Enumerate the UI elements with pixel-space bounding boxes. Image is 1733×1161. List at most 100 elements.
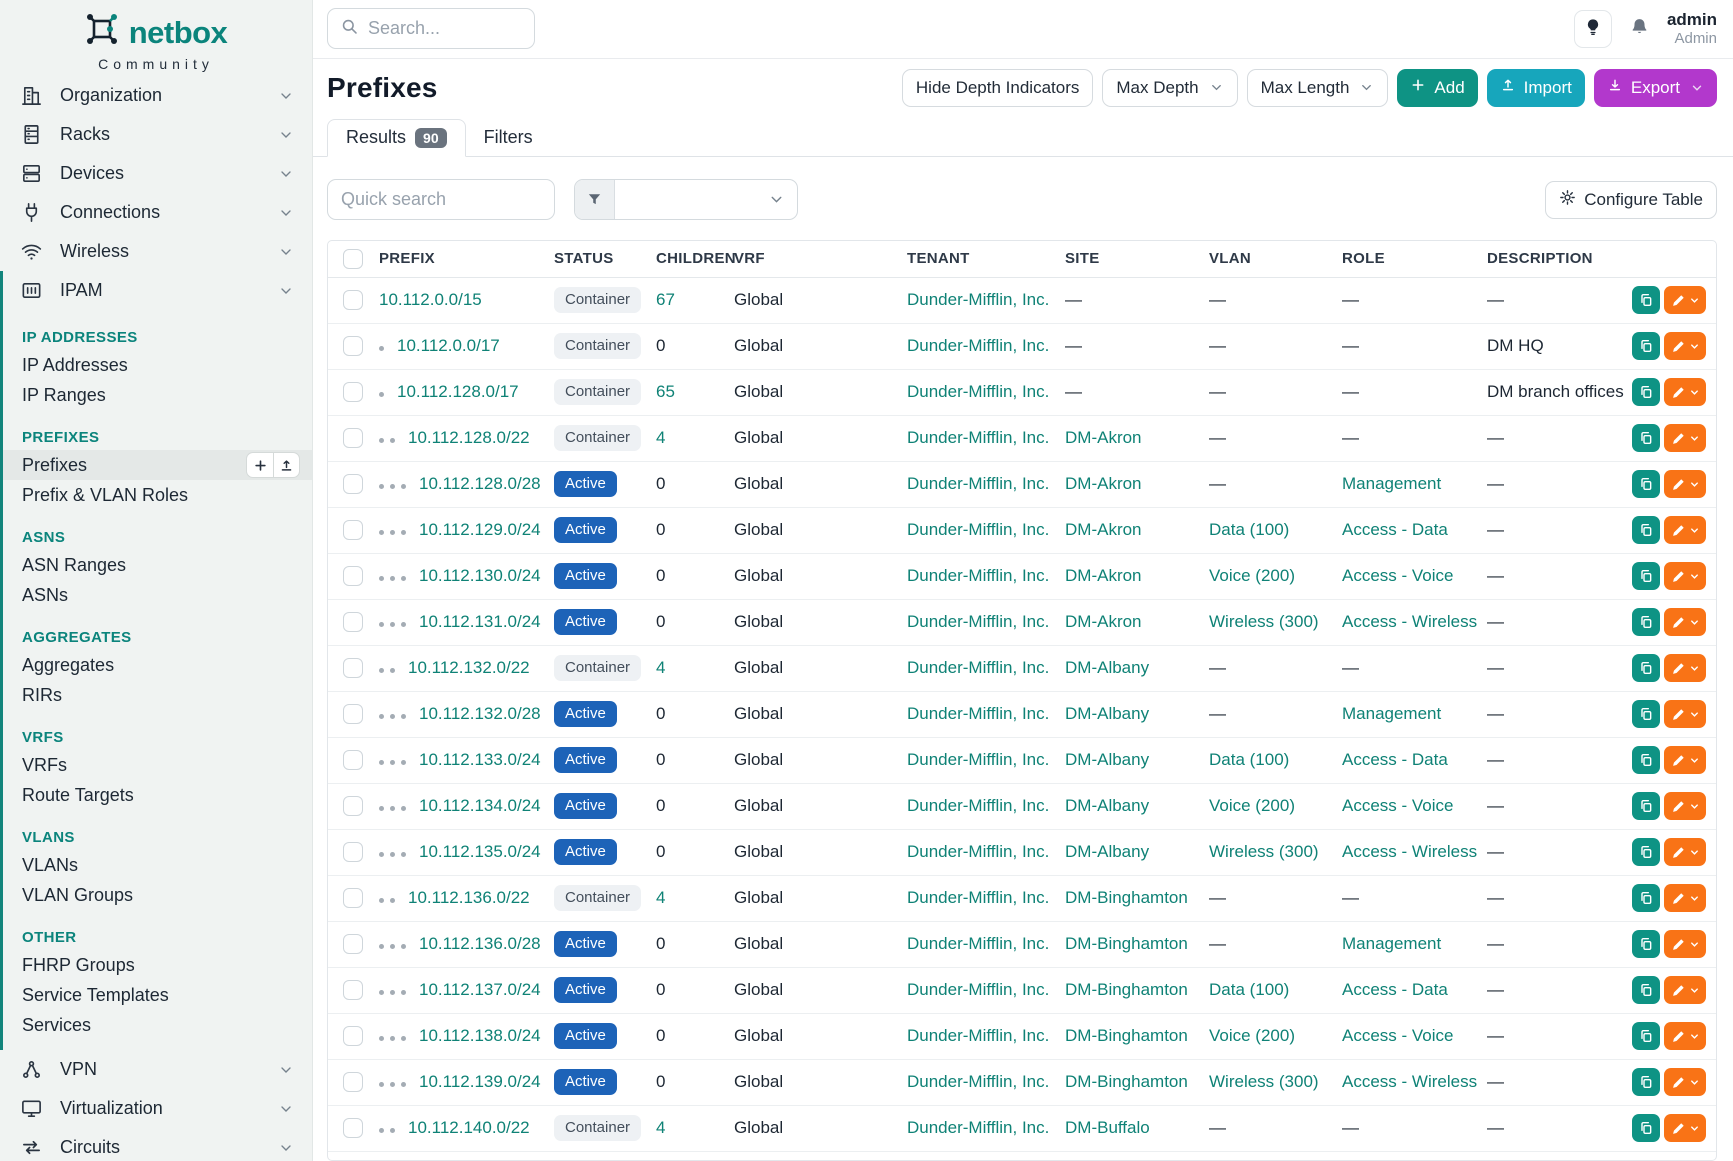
column-header-vlan[interactable]: VLAN [1209, 241, 1342, 277]
sidebar-item-prefixes[interactable]: Prefixes [3, 450, 312, 480]
sidebar-item-vpn[interactable]: VPN [0, 1050, 312, 1089]
role-link[interactable]: Access - Data [1342, 520, 1448, 539]
row-checkbox[interactable] [343, 428, 363, 448]
edit-button[interactable] [1664, 884, 1706, 912]
row-checkbox[interactable] [343, 888, 363, 908]
prefix-link[interactable]: 10.112.128.0/28 [419, 474, 541, 493]
prefix-link[interactable]: 10.112.0.0/17 [397, 336, 500, 355]
sidebar-item-racks[interactable]: Racks [0, 115, 312, 154]
copy-button[interactable] [1632, 884, 1660, 912]
prefix-link[interactable]: 10.112.140.0/22 [408, 1118, 530, 1137]
tenant-link[interactable]: Dunder-Mifflin, Inc. [907, 428, 1049, 447]
site-link[interactable]: DM-Akron [1065, 566, 1142, 585]
edit-button[interactable] [1664, 700, 1706, 728]
sidebar-item-route-targets[interactable]: Route Targets [3, 780, 312, 810]
vlan-link[interactable]: Data (100) [1209, 750, 1289, 769]
edit-button[interactable] [1664, 286, 1706, 314]
tenant-link[interactable]: Dunder-Mifflin, Inc. [907, 290, 1049, 309]
tenant-link[interactable]: Dunder-Mifflin, Inc. [907, 1026, 1049, 1045]
role-link[interactable]: Management [1342, 704, 1441, 723]
edit-button[interactable] [1664, 562, 1706, 590]
sidebar-item-services[interactable]: Services [3, 1010, 312, 1040]
sidebar-item-virtualization[interactable]: Virtualization [0, 1089, 312, 1128]
sidebar-item-circuits[interactable]: Circuits [0, 1128, 312, 1161]
edit-button[interactable] [1664, 792, 1706, 820]
edit-button[interactable] [1664, 654, 1706, 682]
prefix-link[interactable]: 10.112.129.0/24 [419, 520, 541, 539]
copy-button[interactable] [1632, 976, 1660, 1004]
sidebar-item-asns[interactable]: ASNs [3, 580, 312, 610]
prefix-link[interactable]: 10.112.138.0/24 [419, 1026, 541, 1045]
copy-button[interactable] [1632, 424, 1660, 452]
edit-button[interactable] [1664, 332, 1706, 360]
column-header-role[interactable]: ROLE [1342, 241, 1487, 277]
column-header-status[interactable]: STATUS [554, 241, 656, 277]
prefix-link[interactable]: 10.112.137.0/24 [419, 980, 541, 999]
quick-import-button[interactable] [273, 452, 300, 478]
site-link[interactable]: DM-Binghamton [1065, 980, 1188, 999]
tenant-link[interactable]: Dunder-Mifflin, Inc. [907, 888, 1049, 907]
row-checkbox[interactable] [343, 520, 363, 540]
column-header-prefix[interactable]: PREFIX [379, 241, 554, 277]
children-count-link[interactable]: 4 [656, 888, 665, 907]
children-count-link[interactable]: 4 [656, 1118, 665, 1137]
site-link[interactable]: DM-Albany [1065, 750, 1149, 769]
vlan-link[interactable]: Voice (200) [1209, 566, 1295, 585]
edit-button[interactable] [1664, 1114, 1706, 1142]
role-link[interactable]: Access - Data [1342, 750, 1448, 769]
vlan-link[interactable]: Wireless (300) [1209, 1072, 1319, 1091]
row-checkbox[interactable] [343, 612, 363, 632]
tenant-link[interactable]: Dunder-Mifflin, Inc. [907, 612, 1049, 631]
sidebar-item-wireless[interactable]: Wireless [0, 232, 312, 271]
site-link[interactable]: DM-Albany [1065, 704, 1149, 723]
prefix-link[interactable]: 10.112.128.0/17 [397, 382, 519, 401]
prefix-link[interactable]: 10.112.0.0/15 [379, 290, 482, 309]
tenant-link[interactable]: Dunder-Mifflin, Inc. [907, 704, 1049, 723]
max-depth-dropdown[interactable]: Max Depth [1102, 69, 1237, 107]
role-link[interactable]: Access - Voice [1342, 796, 1454, 815]
copy-button[interactable] [1632, 470, 1660, 498]
role-link[interactable]: Management [1342, 474, 1441, 493]
row-checkbox[interactable] [343, 1072, 363, 1092]
copy-button[interactable] [1632, 1114, 1660, 1142]
site-link[interactable]: DM-Albany [1065, 796, 1149, 815]
site-link[interactable]: DM-Buffalo [1065, 1118, 1150, 1137]
prefix-link[interactable]: 10.112.139.0/24 [419, 1072, 541, 1091]
vlan-link[interactable]: Voice (200) [1209, 1026, 1295, 1045]
prefix-link[interactable]: 10.112.130.0/24 [419, 566, 541, 585]
sidebar-item-service-templates[interactable]: Service Templates [3, 980, 312, 1010]
role-link[interactable]: Access - Wireless [1342, 842, 1477, 861]
role-link[interactable]: Access - Wireless [1342, 612, 1477, 631]
quick-search-input[interactable] [341, 189, 541, 210]
sidebar-item-vlan-groups[interactable]: VLAN Groups [3, 880, 312, 910]
column-header-children[interactable]: CHILDREN [656, 241, 734, 277]
sidebar-item-fhrp-groups[interactable]: FHRP Groups [3, 950, 312, 980]
sidebar-item-ipam[interactable]: IPAM [3, 271, 312, 310]
sidebar-item-asn-ranges[interactable]: ASN Ranges [3, 550, 312, 580]
edit-button[interactable] [1664, 976, 1706, 1004]
tenant-link[interactable]: Dunder-Mifflin, Inc. [907, 382, 1049, 401]
vlan-link[interactable]: Wireless (300) [1209, 842, 1319, 861]
role-link[interactable]: Access - Wireless [1342, 1072, 1477, 1091]
edit-button[interactable] [1664, 608, 1706, 636]
tenant-link[interactable]: Dunder-Mifflin, Inc. [907, 980, 1049, 999]
hide-depth-indicators-button[interactable]: Hide Depth Indicators [902, 69, 1093, 107]
row-checkbox[interactable] [343, 934, 363, 954]
edit-button[interactable] [1664, 378, 1706, 406]
prefix-link[interactable]: 10.112.134.0/24 [419, 796, 541, 815]
tenant-link[interactable]: Dunder-Mifflin, Inc. [907, 1072, 1049, 1091]
tenant-link[interactable]: Dunder-Mifflin, Inc. [907, 934, 1049, 953]
row-checkbox[interactable] [343, 1026, 363, 1046]
vlan-link[interactable]: Wireless (300) [1209, 612, 1319, 631]
max-length-dropdown[interactable]: Max Length [1247, 69, 1389, 107]
row-checkbox[interactable] [343, 658, 363, 678]
theme-toggle-button[interactable] [1574, 10, 1612, 48]
row-checkbox[interactable] [343, 336, 363, 356]
user-menu[interactable]: admin Admin [1667, 9, 1717, 49]
edit-button[interactable] [1664, 1068, 1706, 1096]
prefix-link[interactable]: 10.112.132.0/28 [419, 704, 541, 723]
select-all-checkbox[interactable] [343, 249, 363, 269]
row-checkbox[interactable] [343, 290, 363, 310]
children-count-link[interactable]: 65 [656, 382, 675, 401]
site-link[interactable]: DM-Akron [1065, 520, 1142, 539]
